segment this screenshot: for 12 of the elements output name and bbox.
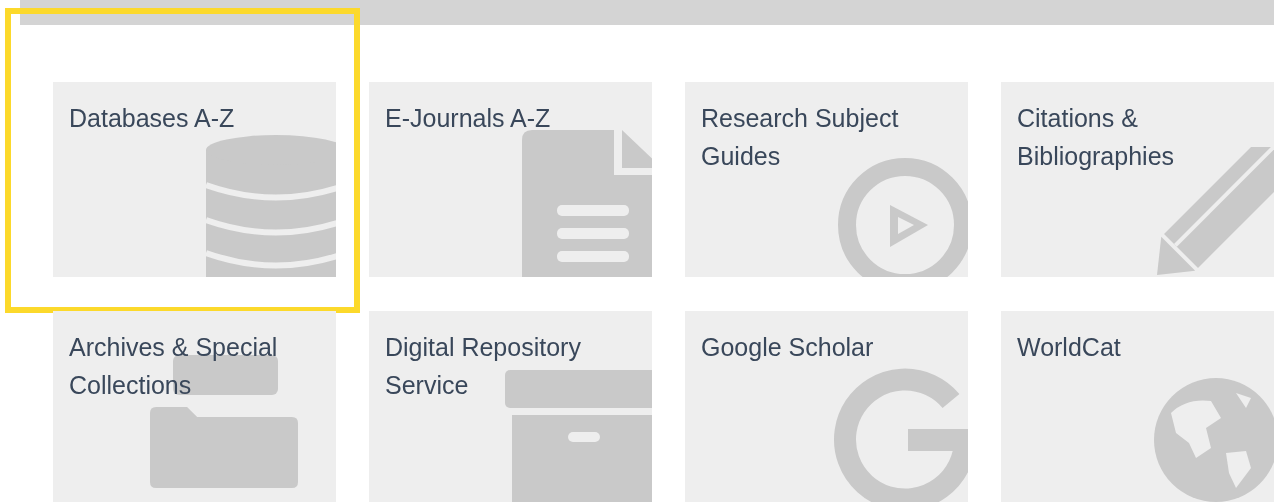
resource-tile[interactable]: Citations & Bibliographies [1001, 82, 1274, 277]
document-icon [522, 130, 652, 277]
archive-box-icon [505, 370, 652, 502]
resource-tile[interactable]: Archives & Special Collections [53, 311, 336, 502]
resource-tile[interactable]: E-Journals A-Z [369, 82, 652, 277]
resource-tile[interactable]: Google Scholar [685, 311, 968, 502]
resource-tile[interactable]: Databases A-Z [53, 82, 336, 277]
resource-tile[interactable]: WorldCat [1001, 311, 1274, 502]
resource-tile[interactable]: Research Subject Guides [685, 82, 968, 277]
database-icon [206, 135, 336, 277]
resource-tile[interactable]: Digital Repository Service [369, 311, 652, 502]
compass-icon [838, 157, 968, 277]
